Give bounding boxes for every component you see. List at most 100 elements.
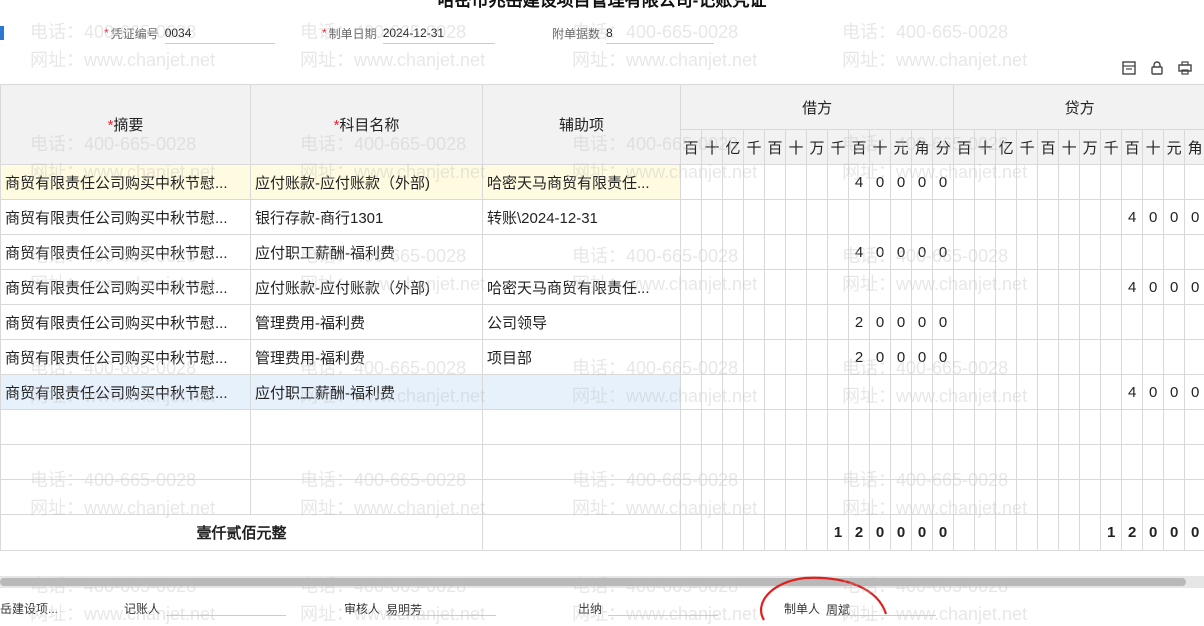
table-row[interactable]: 商贸有限责任公司购买中秋节慰...应付账款-应付账款（外部)哈密天马商贸有限责任… <box>1 165 1204 200</box>
empty-cell[interactable] <box>1080 445 1101 480</box>
debit-digit-cell[interactable]: 2 <box>849 305 870 340</box>
summary-cell[interactable]: 商贸有限责任公司购买中秋节慰... <box>1 165 251 200</box>
empty-cell[interactable] <box>996 410 1017 445</box>
empty-cell[interactable] <box>1080 410 1101 445</box>
credit-digit-cell[interactable] <box>996 235 1017 270</box>
empty-cell[interactable] <box>975 410 996 445</box>
debit-digit-cell[interactable] <box>765 270 786 305</box>
debit-digit-cell[interactable] <box>828 270 849 305</box>
empty-cell[interactable] <box>702 410 723 445</box>
empty-cell[interactable] <box>828 480 849 515</box>
credit-digit-cell[interactable] <box>1164 165 1185 200</box>
debit-digit-cell[interactable] <box>744 375 765 410</box>
empty-cell[interactable] <box>954 410 975 445</box>
debit-digit-cell[interactable]: 0 <box>912 340 933 375</box>
credit-digit-cell[interactable] <box>1080 340 1101 375</box>
empty-cell[interactable] <box>1164 445 1185 480</box>
debit-digit-cell[interactable] <box>828 165 849 200</box>
empty-cell[interactable] <box>933 445 954 480</box>
debit-digit-cell[interactable] <box>723 165 744 200</box>
debit-digit-cell[interactable] <box>870 375 891 410</box>
credit-digit-cell[interactable] <box>1185 305 1204 340</box>
debit-digit-cell[interactable] <box>786 200 807 235</box>
debit-digit-cell[interactable] <box>807 375 828 410</box>
credit-digit-cell[interactable] <box>1017 200 1038 235</box>
credit-digit-cell[interactable] <box>1101 200 1122 235</box>
debit-digit-cell[interactable] <box>681 200 702 235</box>
debit-digit-cell[interactable] <box>723 305 744 340</box>
table-row[interactable]: 商贸有限责任公司购买中秋节慰...银行存款-商行1301转账\2024-12-3… <box>1 200 1204 235</box>
empty-cell[interactable] <box>723 410 744 445</box>
empty-cell[interactable] <box>1059 445 1080 480</box>
debit-digit-cell[interactable] <box>933 270 954 305</box>
debit-digit-cell[interactable] <box>681 340 702 375</box>
credit-digit-cell[interactable]: 0 <box>1143 375 1164 410</box>
debit-digit-cell[interactable]: 0 <box>870 235 891 270</box>
date-input[interactable]: 2024-12-31 <box>383 23 495 44</box>
credit-digit-cell[interactable] <box>954 200 975 235</box>
empty-cell[interactable] <box>954 445 975 480</box>
credit-digit-cell[interactable] <box>1017 375 1038 410</box>
empty-cell[interactable] <box>1038 445 1059 480</box>
empty-cell[interactable] <box>1185 410 1204 445</box>
credit-digit-cell[interactable] <box>1143 305 1164 340</box>
credit-digit-cell[interactable] <box>1101 375 1122 410</box>
debit-digit-cell[interactable] <box>681 270 702 305</box>
table-row[interactable]: 商贸有限责任公司购买中秋节慰...管理费用-福利费项目部20000 <box>1 340 1204 375</box>
credit-digit-cell[interactable] <box>1059 340 1080 375</box>
debit-digit-cell[interactable] <box>786 340 807 375</box>
empty-cell[interactable] <box>807 410 828 445</box>
empty-cell[interactable] <box>786 445 807 480</box>
empty-cell[interactable] <box>765 445 786 480</box>
credit-digit-cell[interactable] <box>996 270 1017 305</box>
debit-digit-cell[interactable] <box>807 200 828 235</box>
credit-digit-cell[interactable] <box>1185 235 1204 270</box>
empty-cell[interactable] <box>807 445 828 480</box>
debit-digit-cell[interactable] <box>912 270 933 305</box>
empty-cell[interactable] <box>723 480 744 515</box>
credit-digit-cell[interactable] <box>1101 270 1122 305</box>
credit-digit-cell[interactable] <box>1080 375 1101 410</box>
debit-digit-cell[interactable]: 4 <box>849 165 870 200</box>
debit-digit-cell[interactable] <box>723 200 744 235</box>
empty-cell[interactable] <box>1185 445 1204 480</box>
debit-digit-cell[interactable] <box>807 235 828 270</box>
account-cell[interactable]: 应付职工薪酬-福利费 <box>251 235 483 270</box>
empty-cell[interactable] <box>251 410 483 445</box>
empty-cell[interactable] <box>765 410 786 445</box>
empty-cell[interactable] <box>1 410 251 445</box>
empty-cell[interactable] <box>849 480 870 515</box>
empty-cell[interactable] <box>849 445 870 480</box>
empty-cell[interactable] <box>1017 480 1038 515</box>
empty-cell[interactable] <box>891 410 912 445</box>
credit-digit-cell[interactable] <box>975 165 996 200</box>
empty-cell[interactable] <box>870 480 891 515</box>
credit-digit-cell[interactable] <box>1059 200 1080 235</box>
debit-digit-cell[interactable]: 0 <box>891 235 912 270</box>
empty-cell[interactable] <box>828 410 849 445</box>
debit-digit-cell[interactable] <box>702 200 723 235</box>
credit-digit-cell[interactable] <box>975 375 996 410</box>
empty-cell[interactable] <box>870 445 891 480</box>
credit-digit-cell[interactable]: 0 <box>1164 200 1185 235</box>
credit-digit-cell[interactable] <box>996 200 1017 235</box>
credit-digit-cell[interactable] <box>996 340 1017 375</box>
debit-digit-cell[interactable] <box>786 305 807 340</box>
empty-cell[interactable] <box>1017 410 1038 445</box>
debit-digit-cell[interactable] <box>828 375 849 410</box>
debit-digit-cell[interactable] <box>933 200 954 235</box>
empty-cell[interactable] <box>870 410 891 445</box>
credit-digit-cell[interactable] <box>1038 235 1059 270</box>
lock-icon[interactable] <box>1148 60 1166 78</box>
credit-digit-cell[interactable] <box>1059 375 1080 410</box>
empty-cell[interactable] <box>483 445 681 480</box>
debit-digit-cell[interactable] <box>870 200 891 235</box>
summary-cell[interactable]: 商贸有限责任公司购买中秋节慰... <box>1 305 251 340</box>
credit-digit-cell[interactable] <box>1059 305 1080 340</box>
credit-digit-cell[interactable] <box>1101 340 1122 375</box>
debit-digit-cell[interactable] <box>723 375 744 410</box>
debit-digit-cell[interactable]: 0 <box>870 340 891 375</box>
credit-digit-cell[interactable] <box>975 235 996 270</box>
credit-digit-cell[interactable] <box>1038 270 1059 305</box>
debit-digit-cell[interactable] <box>891 375 912 410</box>
